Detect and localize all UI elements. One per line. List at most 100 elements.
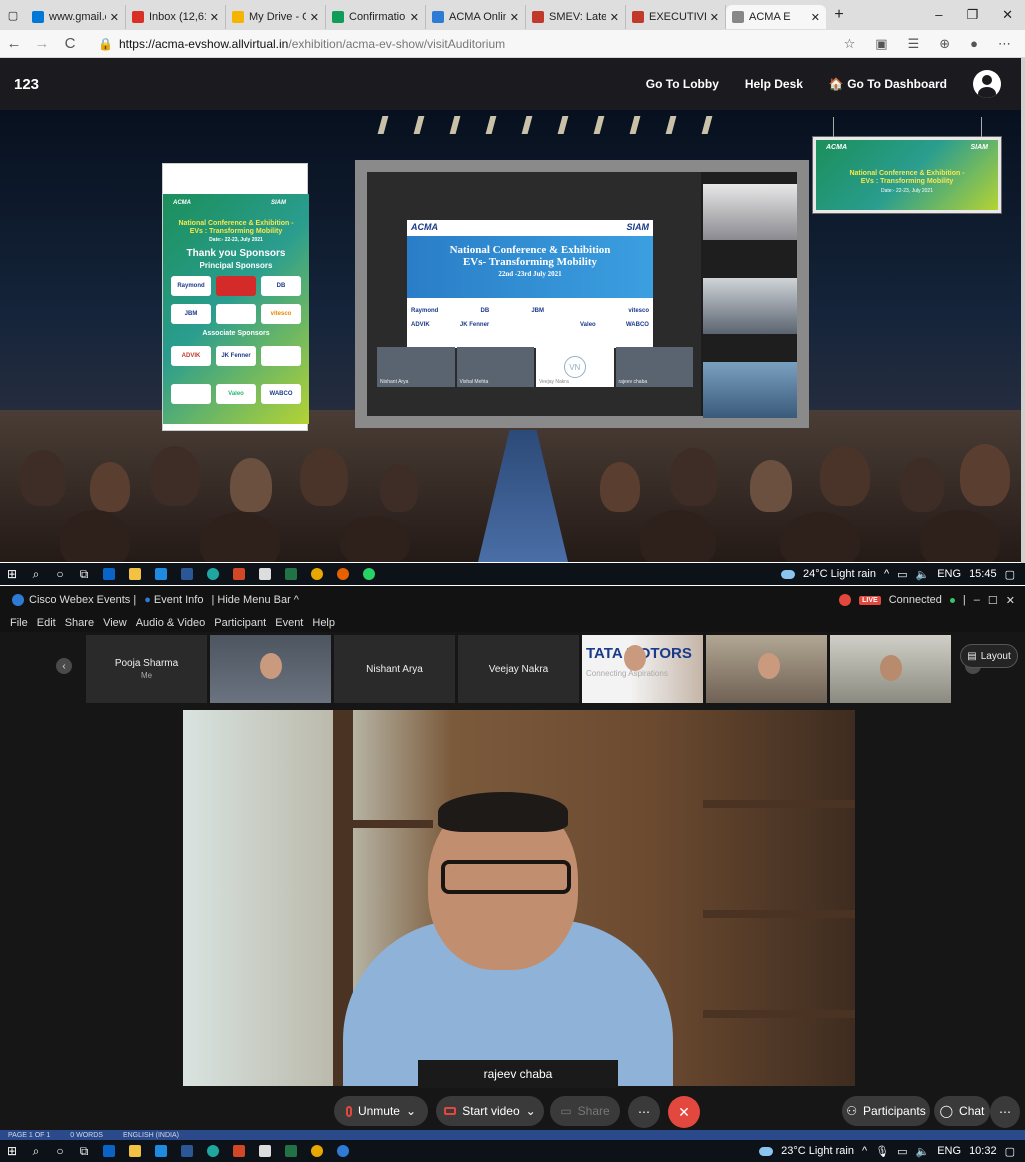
hide-menu-bar-button[interactable]: | Hide Menu Bar ^ <box>211 594 299 606</box>
browser-tab[interactable]: My Drive - Go ✕ <box>226 5 326 29</box>
powerpoint-icon[interactable] <box>233 568 245 580</box>
tab-close-icon[interactable]: ✕ <box>110 11 119 24</box>
strip-prev-button[interactable]: ‹ <box>56 658 72 674</box>
task-view-icon[interactable]: ⧉ <box>72 1140 96 1162</box>
notification-icon[interactable]: ▢ <box>1005 568 1015 581</box>
extension-icon[interactable]: ▣ <box>875 36 887 52</box>
outlook-icon[interactable] <box>103 1145 115 1157</box>
layout-button[interactable]: ▤ Layout <box>960 644 1018 668</box>
restore-button[interactable]: ❐ <box>966 7 978 23</box>
firefox-icon[interactable] <box>337 568 349 580</box>
excel-icon[interactable] <box>285 1145 297 1157</box>
new-tab-button[interactable]: + <box>826 0 852 30</box>
excel-icon[interactable] <box>285 568 297 580</box>
participant-tile[interactable]: Pooja Sharma Me <box>86 635 207 703</box>
collections-icon[interactable]: ⊕ <box>939 36 950 52</box>
store-icon[interactable] <box>259 568 271 580</box>
back-button[interactable]: ← <box>0 35 28 52</box>
leave-meeting-button[interactable]: ✕ <box>668 1096 700 1128</box>
word-icon[interactable] <box>181 1145 193 1157</box>
more-options-button[interactable]: ⋯ <box>628 1096 660 1128</box>
file-explorer-icon[interactable] <box>129 568 141 580</box>
go-to-lobby-link[interactable]: Go To Lobby <box>646 77 719 91</box>
tab-close-icon[interactable]: ✕ <box>210 11 219 24</box>
favorite-star-icon[interactable]: ☆ <box>844 36 856 52</box>
share-button[interactable]: ▭ Share <box>550 1096 620 1126</box>
tab-actions-icon[interactable]: ▢ <box>0 0 26 30</box>
webinar-stream[interactable]: ACMA SIAM National Conference & Exhibitio… <box>367 172 797 418</box>
tab-close-icon[interactable]: ✕ <box>610 11 619 24</box>
reload-button[interactable]: C <box>56 35 84 52</box>
word-icon[interactable] <box>181 568 193 580</box>
chrome-icon[interactable] <box>311 1145 323 1157</box>
participants-button[interactable]: ⚇ Participants <box>842 1096 930 1126</box>
chat-button[interactable]: ◯ Chat <box>934 1096 990 1126</box>
microphone-icon[interactable]: 🎙 <box>875 1145 889 1158</box>
menu-view[interactable]: View <box>103 617 127 629</box>
maximize-button[interactable]: ☐ <box>988 594 998 607</box>
language-indicator[interactable]: ENG <box>937 568 961 580</box>
minimize-button[interactable]: – <box>974 594 980 606</box>
help-desk-link[interactable]: Help Desk <box>745 77 803 91</box>
network-icon[interactable]: ▭ <box>897 568 907 581</box>
store-icon[interactable] <box>259 1145 271 1157</box>
menu-file[interactable]: File <box>10 617 28 629</box>
language-indicator[interactable]: ENG <box>937 1145 961 1157</box>
profile-icon[interactable]: ● <box>970 36 978 52</box>
close-window-button[interactable]: ✕ <box>1002 7 1013 23</box>
menu-help[interactable]: Help <box>312 617 335 629</box>
browser-tab[interactable]: ACMA Online ✕ <box>426 5 526 29</box>
minimize-button[interactable]: – <box>935 7 942 23</box>
file-explorer-icon[interactable] <box>129 1145 141 1157</box>
event-info-button[interactable]: ● Event Info <box>144 594 203 606</box>
clock[interactable]: 15:45 <box>969 568 997 580</box>
volume-icon[interactable]: 🔈 <box>916 568 930 581</box>
browser-tab[interactable]: EXECUTIVE BI ✕ <box>626 5 726 29</box>
active-speaker-video[interactable] <box>183 710 855 1086</box>
task-view-icon[interactable]: ⧉ <box>72 563 96 585</box>
powerpoint-icon[interactable] <box>233 1145 245 1157</box>
edge-icon[interactable] <box>207 568 219 580</box>
tray-chevron-icon[interactable]: ^ <box>862 1145 867 1157</box>
menu-share[interactable]: Share <box>65 617 94 629</box>
browser-tab[interactable]: Inbox (12,618 ✕ <box>126 5 226 29</box>
url-field[interactable]: 🔒 https://acma-evshow.allvirtual.in/exhi… <box>98 37 844 51</box>
start-video-button[interactable]: Start video ⌄ <box>436 1096 544 1126</box>
tab-close-icon[interactable]: ✕ <box>710 11 719 24</box>
participant-tile[interactable] <box>706 635 827 703</box>
volume-icon[interactable]: 🔈 <box>916 1145 930 1158</box>
go-to-dashboard-link[interactable]: 🏠 Go To Dashboard <box>829 77 947 91</box>
participant-tile[interactable] <box>830 635 951 703</box>
network-icon[interactable]: ▭ <box>897 1145 907 1158</box>
outlook-icon[interactable] <box>103 568 115 580</box>
close-window-button[interactable]: ✕ <box>1006 594 1015 607</box>
tab-close-icon[interactable]: ✕ <box>410 11 419 24</box>
browser-tab-active[interactable]: ACMA E ✕ <box>726 5 826 29</box>
start-windows-icon[interactable]: ⊞ <box>0 1140 24 1162</box>
start-windows-icon[interactable]: ⊞ <box>0 563 24 585</box>
browser-tab[interactable]: Confirmation ✕ <box>326 5 426 29</box>
participant-tile[interactable]: Veejay Nakra <box>458 635 579 703</box>
event-banner-right[interactable]: ACMA SIAM National Conference & Exhibiti… <box>812 117 1002 214</box>
menu-event[interactable]: Event <box>275 617 303 629</box>
mail-icon[interactable] <box>155 568 167 580</box>
favorites-icon[interactable]: ☰ <box>908 36 920 52</box>
menu-participant[interactable]: Participant <box>214 617 266 629</box>
webex-icon[interactable] <box>337 1145 349 1157</box>
tab-close-icon[interactable]: ✕ <box>310 11 319 24</box>
menu-audio-video[interactable]: Audio & Video <box>136 617 206 629</box>
unmute-button[interactable]: Unmute ⌄ <box>334 1096 428 1126</box>
search-icon[interactable]: ⌕ <box>24 563 48 585</box>
page-scrollbar[interactable] <box>1021 58 1025 563</box>
browser-tab[interactable]: SMEV: Latest ✕ <box>526 5 626 29</box>
chrome-icon[interactable] <box>311 568 323 580</box>
main-stage-screen[interactable]: ACMA SIAM National Conference & Exhibitio… <box>355 160 809 428</box>
browser-tab[interactable]: www.gmail.co ✕ <box>26 5 126 29</box>
tray-chevron-icon[interactable]: ^ <box>884 568 889 580</box>
overflow-button[interactable]: ⋯ <box>990 1096 1020 1128</box>
forward-button[interactable]: → <box>28 35 56 52</box>
cortana-icon[interactable]: ○ <box>48 563 72 585</box>
tab-close-icon[interactable]: ✕ <box>510 11 519 24</box>
whatsapp-icon[interactable] <box>363 568 375 580</box>
participant-tile[interactable]: TATA MOTORS Connecting Aspirations <box>582 635 703 703</box>
